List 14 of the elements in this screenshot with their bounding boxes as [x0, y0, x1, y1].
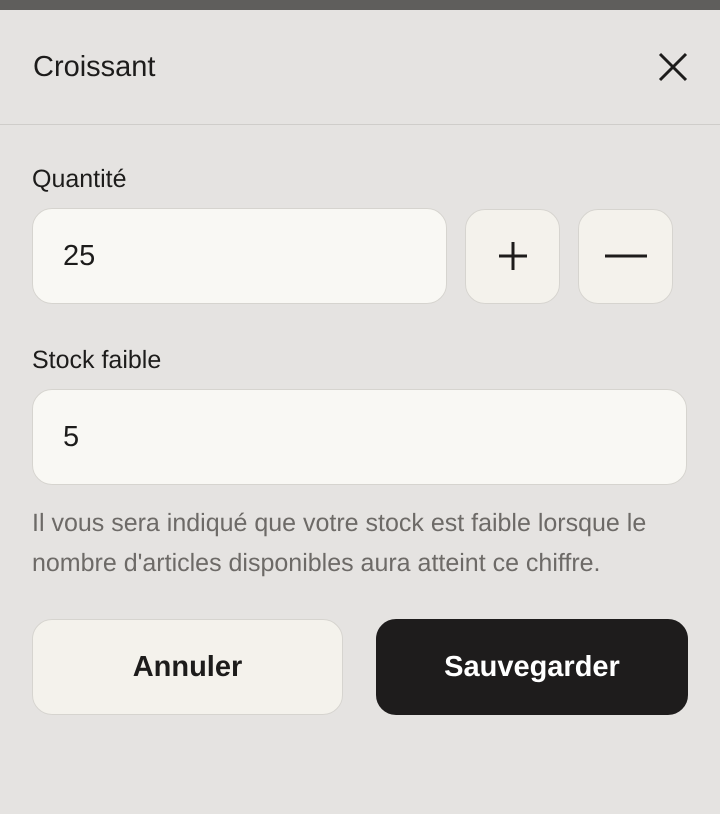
- help-text: Il vous sera indiqué que votre stock est faible lorsque le nombre d'articles disponibles aura atteint ce chiffre.: [32, 508, 648, 579]
- cancel-button[interactable]: Annuler: [32, 619, 343, 715]
- low-stock-field[interactable]: 5: [32, 389, 687, 485]
- field-label: Stock faible: [32, 346, 162, 375]
- decrement-button[interactable]: [578, 208, 673, 304]
- close-icon: [658, 52, 688, 82]
- save-button[interactable]: Sauvegarder: [376, 619, 688, 715]
- close-button[interactable]: [656, 50, 690, 84]
- plus-icon: [498, 241, 528, 271]
- dialog-title: Croissant: [33, 50, 156, 84]
- minus-icon: [604, 254, 646, 258]
- field-label: Quantité: [32, 165, 128, 194]
- quantity-field[interactable]: 25: [32, 208, 447, 304]
- increment-button[interactable]: [465, 208, 560, 304]
